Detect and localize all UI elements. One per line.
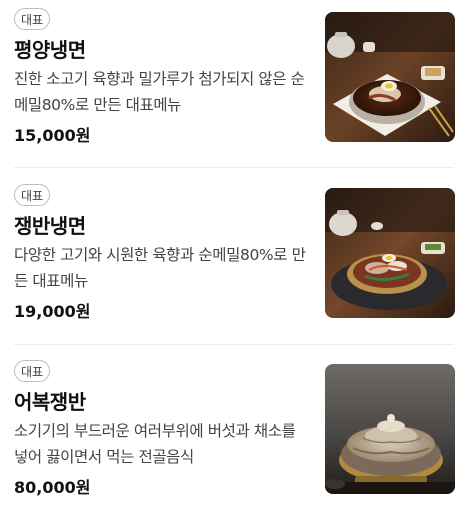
menu-item-name: 어복쟁반 <box>14 390 86 414</box>
menu-item-jaengban-naengmyeon[interactable]: 대표 쟁반냉면 다양한 고기와 시원한 육향과 순메밀80%로 만든 대표메뉴 … <box>0 176 466 340</box>
menu-list: 대표 평양냉면 진한 소고기 육향과 밀가루가 첨가되지 않은 순메밀80%로 … <box>0 0 466 529</box>
menu-item-name: 평양냉면 <box>14 38 86 62</box>
menu-item-description: 다양한 고기와 시원한 육향과 순메밀80%로 만든 대표메뉴 <box>14 246 306 290</box>
divider <box>14 167 454 168</box>
divider <box>14 344 454 345</box>
menu-item-price: 19,000원 <box>14 302 91 321</box>
signature-badge: 대표 <box>14 184 51 206</box>
menu-item-description: 진한 소고기 육향과 밀가루가 첨가되지 않은 순메밀80%로 만든 대표메뉴 <box>14 70 305 114</box>
menu-item-eobok-jaengban[interactable]: 대표 어복쟁반 소기기의 부드러운 여러부위에 버섯과 채소를 넣어 끓이면서 … <box>0 352 466 516</box>
menu-item-price: 80,000원 <box>14 478 91 497</box>
menu-item-description: 소기기의 부드러운 여러부위에 버섯과 채소를 넣어 끓이면서 먹는 전골음식 <box>14 422 296 466</box>
pyongyang-naengmyeon-photo[interactable] <box>325 12 455 142</box>
menu-item-name: 쟁반냉면 <box>14 214 86 238</box>
signature-badge: 대표 <box>14 360 51 382</box>
eobok-jaengban-photo[interactable] <box>325 364 455 494</box>
signature-badge: 대표 <box>14 8 51 30</box>
jaengban-naengmyeon-photo[interactable] <box>325 188 455 318</box>
menu-item-price: 15,000원 <box>14 126 91 145</box>
menu-item-pyongyang-naengmyeon[interactable]: 대표 평양냉면 진한 소고기 육향과 밀가루가 첨가되지 않은 순메밀80%로 … <box>0 0 466 164</box>
